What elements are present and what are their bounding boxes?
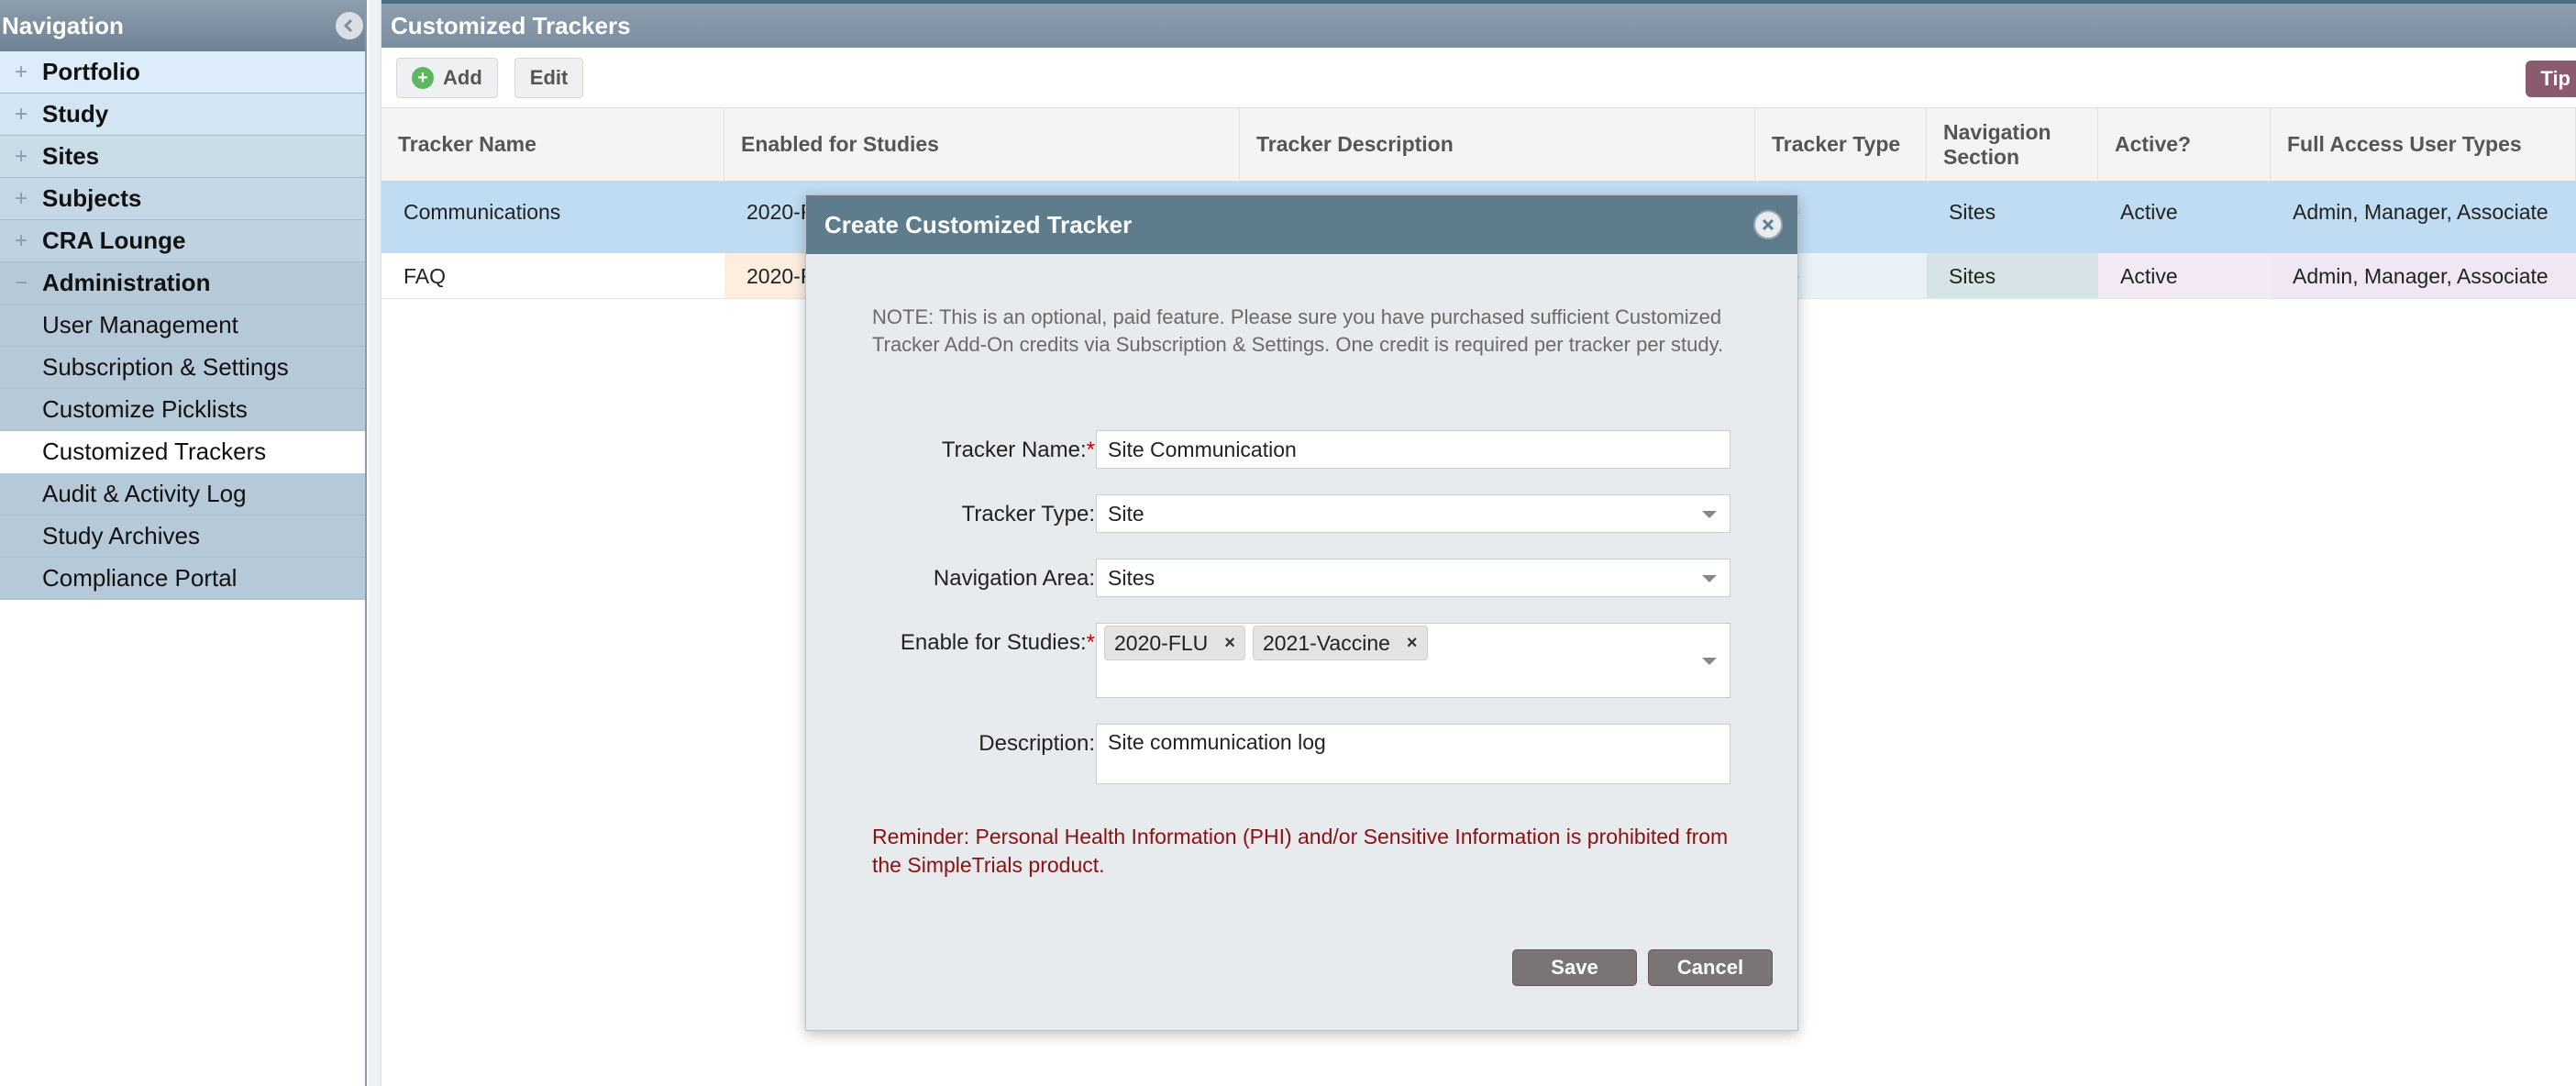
column-header-access-user-types[interactable]: Full Access User Types [2271,108,2576,181]
navigation-sidebar: Navigation + Portfolio + Study + Sites +… [0,0,367,1086]
table-header: Tracker Name Enabled for Studies Tracker… [381,108,2576,182]
cell-section: Sites [1949,200,1996,224]
remove-tag-icon[interactable]: × [1224,633,1235,654]
cell-access: Admin, Manager, Associate [2293,200,2548,224]
column-header-enabled-studies[interactable]: Enabled for Studies [724,108,1240,181]
sidebar-item-administration[interactable]: − Administration [0,262,365,305]
sidebar-subitem-subscription-settings[interactable]: Subscription & Settings [0,347,365,389]
add-button[interactable]: + Add [396,57,498,98]
sidebar-item-label: Subjects [42,184,142,212]
sidebar-subitem-customize-picklists[interactable]: Customize Picklists [0,389,365,431]
remove-tag-icon[interactable]: × [1407,633,1418,654]
chevron-down-icon [1702,658,1717,665]
sidebar-item-sites[interactable]: + Sites [0,136,365,178]
tracker-type-select[interactable]: Site [1096,494,1730,533]
column-header-navigation-section[interactable]: Navigation Section [1927,108,2098,181]
chevron-down-icon [1702,511,1717,518]
cancel-button[interactable]: Cancel [1648,949,1773,986]
tracker-name-input[interactable]: Site Communication [1096,430,1730,469]
collapse-sidebar-icon[interactable] [336,12,363,39]
required-mark: * [1086,438,1095,462]
edit-button-label: Edit [529,65,569,89]
sidebar-item-label: Portfolio [42,58,140,85]
expand-icon[interactable]: + [0,228,42,254]
dialog-header: Create Customized Tracker [806,195,1797,254]
column-header-active[interactable]: Active? [2098,108,2271,181]
description-label: Description: [978,731,1095,756]
enable-studies-multiselect[interactable]: 2020-FLU × 2021-Vaccine × [1096,623,1730,698]
sidebar-subitem-user-management[interactable]: User Management [0,305,365,347]
study-tag: 2020-FLU × [1104,626,1245,660]
cell-tracker-name: FAQ [404,264,447,288]
create-tracker-dialog: Create Customized Tracker NOTE: This is … [805,194,1798,1031]
sidebar-header: Navigation [0,0,365,51]
sidebar-item-label: CRA Lounge [42,227,186,254]
sidebar-subitem-compliance-portal[interactable]: Compliance Portal [0,558,365,600]
dialog-note: NOTE: This is an optional, paid feature.… [872,305,1724,356]
enable-studies-label: Enable for Studies:* [901,630,1095,656]
cell-section: Sites [1927,253,2098,298]
page-title: Customized Trackers [381,4,2576,48]
chevron-down-icon [1702,575,1717,582]
expand-icon[interactable]: + [0,102,42,127]
sidebar-item-label: Sites [42,142,100,170]
sidebar-subitem-audit-activity-log[interactable]: Audit & Activity Log [0,473,365,515]
navigation-area-select[interactable]: Sites [1096,559,1730,597]
tips-button[interactable]: Tip [2526,61,2576,97]
sidebar-splitter[interactable] [369,0,381,1086]
sidebar-subitem-study-archives[interactable]: Study Archives [0,515,365,558]
collapse-icon[interactable]: − [0,271,42,296]
phi-reminder: Reminder: Personal Health Information (P… [872,825,1729,877]
study-tag-label: 2020-FLU [1114,630,1209,655]
sidebar-subitem-customized-trackers[interactable]: Customized Trackers [0,431,365,473]
save-button[interactable]: Save [1512,949,1637,986]
study-tag: 2021-Vaccine × [1252,626,1428,660]
sidebar-item-portfolio[interactable]: + Portfolio [0,51,365,94]
cell-active: Active [2098,253,2271,298]
cell-access: Admin, Manager, Associate [2271,253,2576,298]
expand-icon[interactable]: + [0,60,42,85]
cell-active: Active [2120,200,2178,224]
expand-icon[interactable]: + [0,186,42,212]
toolbar: + Add Edit Tip [381,48,2576,108]
sidebar-item-subjects[interactable]: + Subjects [0,178,365,220]
navigation-area-label: Navigation Area: [933,566,1095,591]
sidebar-item-label: Study [42,100,109,127]
tracker-name-label-text: Tracker Name: [941,438,1087,462]
add-icon: + [412,66,434,89]
column-header-tracker-type[interactable]: Tracker Type [1755,108,1927,181]
add-button-label: Add [443,65,482,89]
tracker-name-label: Tracker Name:* [942,438,1095,463]
tracker-type-value: Site [1108,502,1144,526]
cell-tracker-name: Communications [404,200,561,224]
column-header-description[interactable]: Tracker Description [1240,108,1755,181]
expand-icon[interactable]: + [0,144,42,170]
enable-studies-label-text: Enable for Studies: [900,630,1087,655]
column-header-tracker-name[interactable]: Tracker Name [381,108,724,181]
sidebar-title: Navigation [2,11,124,39]
dialog-title: Create Customized Tracker [824,210,1133,238]
close-icon[interactable] [1753,210,1783,239]
required-mark: * [1086,630,1095,655]
sidebar-item-cra-lounge[interactable]: + CRA Lounge [0,220,365,262]
sidebar-item-label: Administration [42,269,211,296]
description-textarea[interactable]: Site communication log [1096,724,1730,784]
study-tag-label: 2021-Vaccine [1262,630,1390,655]
sidebar-item-study[interactable]: + Study [0,94,365,136]
tracker-type-label: Tracker Type: [961,502,1095,526]
edit-button[interactable]: Edit [514,57,584,98]
navigation-area-value: Sites [1108,566,1155,590]
